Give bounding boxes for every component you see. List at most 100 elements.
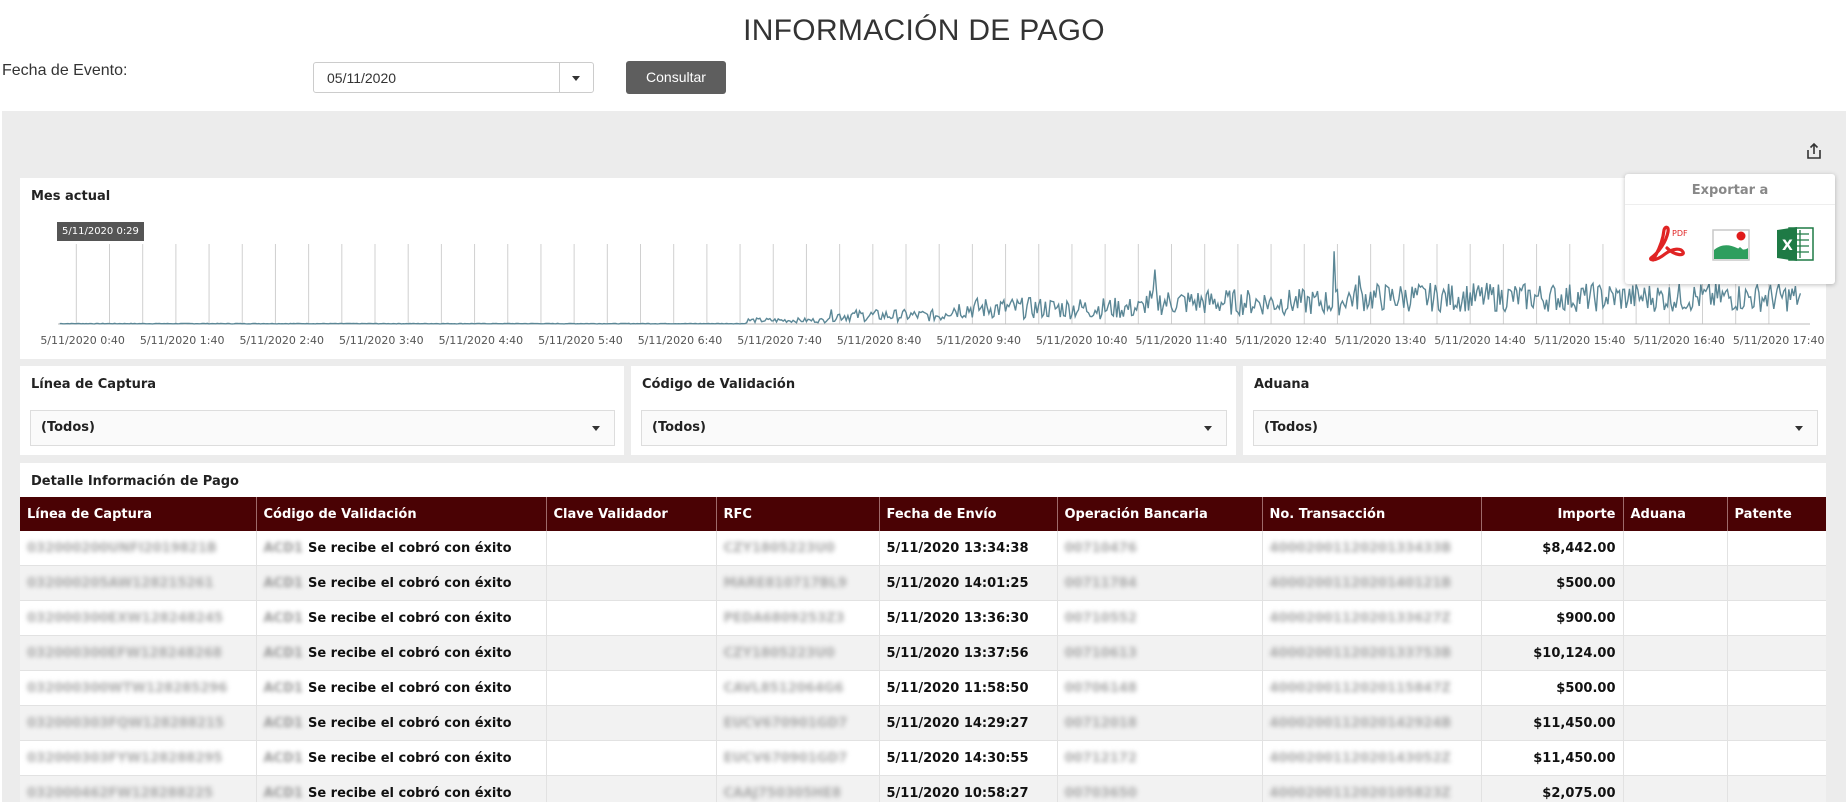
- col-header-importe[interactable]: Importe: [1481, 497, 1624, 531]
- table-row[interactable]: 032000205AW128215261 ACD1 Se recibe el cob…: [20, 565, 1826, 601]
- cell-patente: [1727, 740, 1826, 776]
- cell-operacion: 00710476: [1057, 531, 1263, 566]
- cell-operacion: 00703650: [1057, 775, 1263, 802]
- rfc-value: MARE810717BL9: [723, 575, 847, 591]
- excel-icon[interactable]: X: [1773, 222, 1817, 266]
- cell-fecha: 5/11/2020 14:29:27: [879, 705, 1058, 741]
- col-header-codigo[interactable]: Código de Validación: [256, 497, 547, 531]
- linea-captura-dropdown[interactable]: (Todos): [30, 410, 615, 446]
- col-header-rfc[interactable]: RFC: [716, 497, 880, 531]
- linea-value: 032000303FYW128288295: [27, 750, 223, 766]
- linea-captura-value[interactable]: (Todos): [41, 420, 95, 435]
- aduana-value[interactable]: (Todos): [1264, 420, 1318, 435]
- col-header-aduana[interactable]: Aduana: [1623, 497, 1728, 531]
- x-tick-label: 5/11/2020 2:40: [239, 334, 324, 347]
- detalle-table: Línea de Captura Código de Validación Cl…: [20, 497, 1826, 802]
- cell-fecha: 5/11/2020 13:34:38: [879, 531, 1058, 566]
- cell-aduana: [1623, 565, 1728, 601]
- filter-aduana-title: Aduana: [1254, 377, 1310, 392]
- codigo-prefix: ACD1: [263, 610, 303, 626]
- table-row[interactable]: 032000303FQW128288215 ACD1 Se recibe el co…: [20, 705, 1826, 741]
- codigo-value: Se recibe el cobró con éxito: [307, 680, 512, 696]
- operacion-value: 00711784: [1064, 575, 1137, 591]
- filter-panel-codigo: Código de Validación (Todos): [631, 366, 1236, 455]
- cell-patente: [1727, 635, 1826, 671]
- cell-rfc: MARE810717BL9: [716, 565, 880, 601]
- cell-operacion: 00712018: [1057, 705, 1263, 741]
- col-header-operacion[interactable]: Operación Bancaria: [1057, 497, 1263, 531]
- cell-clave: [546, 740, 717, 776]
- cell-rfc: CAAJ750305HE8: [716, 775, 880, 802]
- codigo-prefix: ACD1: [263, 540, 303, 556]
- cell-codigo: ACD1 Se recibe el cobró con éxito: [256, 775, 547, 802]
- cell-operacion: 00706148: [1057, 670, 1263, 706]
- cell-linea: 032000462FW128288225: [20, 775, 257, 802]
- table-row[interactable]: 032000300WTW128285296 ACD1 Se recibe el co…: [20, 670, 1826, 706]
- export-menu: Exportar a PDF X: [1625, 174, 1835, 284]
- col-header-fecha[interactable]: Fecha de Envío: [879, 497, 1058, 531]
- cell-importe: $2,075.00: [1481, 775, 1624, 802]
- line-chart[interactable]: 5/11/2020 0:40 5/11/2020 1:40 5/11/2020 2:…: [20, 178, 1826, 359]
- rfc-value: CAVL8512064G6: [723, 680, 844, 696]
- col-header-linea[interactable]: Línea de Captura: [20, 497, 257, 531]
- linea-value: 032000300EXW128248245: [27, 610, 224, 626]
- cell-aduana: [1623, 635, 1728, 671]
- chevron-down-icon: [592, 426, 600, 431]
- col-header-transaccion[interactable]: No. Transacción: [1262, 497, 1482, 531]
- cell-clave: [546, 565, 717, 601]
- transaccion-value: 4000200112020143052Z: [1269, 750, 1451, 766]
- x-tick-label: 5/11/2020 3:40: [339, 334, 424, 347]
- cell-linea: 032000205AW128215261: [20, 565, 257, 601]
- fecha-dropdown-button[interactable]: [559, 63, 593, 92]
- pdf-icon[interactable]: PDF: [1645, 222, 1689, 266]
- table-row[interactable]: 032000300EFW128248268 ACD1 Se recibe el co…: [20, 635, 1826, 671]
- image-icon[interactable]: [1709, 222, 1753, 266]
- operacion-value: 00710552: [1064, 610, 1137, 626]
- aduana-dropdown[interactable]: (Todos): [1253, 410, 1818, 446]
- cell-rfc: CAVL8512064G6: [716, 670, 880, 706]
- cell-patente: [1727, 565, 1826, 601]
- table-row[interactable]: 032000300EXW128248245 ACD1 Se recibe el co…: [20, 600, 1826, 636]
- cell-linea: 032000300EFW128248268: [20, 635, 257, 671]
- cell-patente: [1727, 531, 1826, 566]
- table-row[interactable]: 032000462FW128288225 ACD1 Se recibe el cob…: [20, 775, 1826, 802]
- consultar-button[interactable]: Consultar: [626, 61, 726, 94]
- codigo-value: Se recibe el cobró con éxito: [307, 785, 512, 801]
- operacion-value: 00710476: [1064, 540, 1137, 556]
- fecha-evento-value[interactable]: 05/11/2020: [327, 70, 396, 86]
- codigo-validacion-value[interactable]: (Todos): [652, 420, 706, 435]
- filter-panel-linea: Línea de Captura (Todos): [20, 366, 624, 455]
- codigo-value: Se recibe el cobró con éxito: [307, 575, 512, 591]
- linea-value: 032000303FQW128288215: [27, 715, 225, 731]
- cell-rfc: EUCV670901GD7: [716, 740, 880, 776]
- table-row[interactable]: 032000303FYW128288295 ACD1 Se recibe el co…: [20, 740, 1826, 776]
- cell-linea: 032000300WTW128285296: [20, 670, 257, 706]
- cell-aduana: [1623, 600, 1728, 636]
- x-tick-label: 5/11/2020 17:40: [1733, 334, 1825, 347]
- cell-transaccion: 4000200112020133627Z: [1262, 600, 1482, 636]
- codigo-value: Se recibe el cobró con éxito: [307, 645, 512, 661]
- chevron-down-icon: [572, 76, 580, 81]
- cell-transaccion: 4000200112020105823Z: [1262, 775, 1482, 802]
- col-header-clave[interactable]: Clave Validador: [546, 497, 717, 531]
- rfc-value: EUCV670901GD7: [723, 715, 848, 731]
- series-line: [59, 251, 1802, 325]
- cell-transaccion: 4000200112020140121B: [1262, 565, 1482, 601]
- export-menu-title: Exportar a: [1691, 183, 1769, 198]
- x-tick-label: 5/11/2020 14:40: [1434, 334, 1526, 347]
- cell-operacion: 00710552: [1057, 600, 1263, 636]
- cell-aduana: [1623, 670, 1728, 706]
- cell-transaccion: 4000200112020115847Z: [1262, 670, 1482, 706]
- cell-clave: [546, 775, 717, 802]
- share-export-icon[interactable]: [1804, 141, 1824, 161]
- codigo-validacion-dropdown[interactable]: (Todos): [641, 410, 1227, 446]
- cell-fecha: 5/11/2020 14:01:25: [879, 565, 1058, 601]
- x-tick-label: 5/11/2020 4:40: [439, 334, 524, 347]
- table-row[interactable]: 032000200UNFI2019821B ACD1 Se recibe el co…: [20, 531, 1826, 566]
- cell-codigo: ACD1 Se recibe el cobró con éxito: [256, 531, 547, 566]
- col-header-patente[interactable]: Patente: [1727, 497, 1826, 531]
- x-tick-label: 5/11/2020 15:40: [1534, 334, 1626, 347]
- fecha-evento-combobox[interactable]: 05/11/2020: [313, 62, 594, 93]
- chevron-down-icon: [1204, 426, 1212, 431]
- export-menu-divider: [1625, 204, 1835, 205]
